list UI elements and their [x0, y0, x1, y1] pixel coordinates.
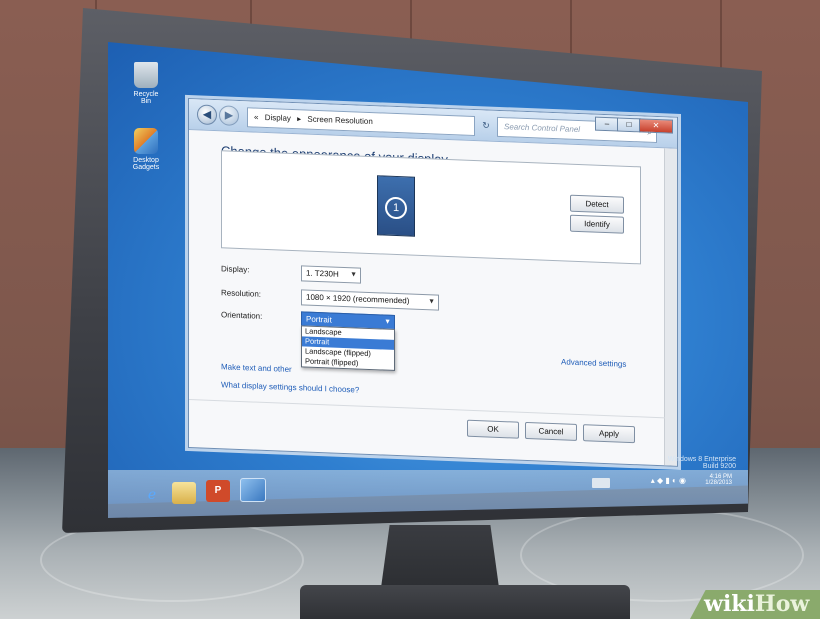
- breadcrumb-separator: ▸: [297, 114, 302, 124]
- file-explorer-icon[interactable]: [172, 482, 196, 504]
- monitor-stand-base: [300, 585, 630, 619]
- breadcrumb-screen-resolution[interactable]: Screen Resolution: [307, 115, 372, 127]
- resolution-select-value: 1080 × 1920 (recommended): [306, 292, 410, 306]
- minimize-button[interactable]: –: [595, 116, 619, 132]
- recycle-bin-icon: [134, 62, 158, 88]
- desktop-icon-label: Desktop Gadgets: [132, 157, 160, 171]
- screen-resolution-window: ◀ ▶ « Display ▸ Screen Resolution ↻ Sear…: [188, 98, 678, 467]
- back-button[interactable]: ◀: [197, 104, 217, 126]
- wikihow-logo: wikiHow: [690, 590, 820, 619]
- cancel-button[interactable]: Cancel: [525, 421, 577, 441]
- windows-edition-watermark: Windows 8 Enterprise Build 9200: [600, 456, 736, 470]
- identify-button[interactable]: Identify: [570, 214, 624, 234]
- desktop-icon-recycle-bin[interactable]: Recycle Bin: [132, 62, 160, 105]
- orientation-option-portrait-flipped[interactable]: Portrait (flipped): [302, 356, 394, 370]
- internet-explorer-icon[interactable]: e: [140, 484, 164, 506]
- keyboard-icon[interactable]: [592, 478, 610, 488]
- desktop-icon-gadget[interactable]: Desktop Gadgets: [132, 128, 160, 171]
- orientation-label: Orientation:: [221, 310, 263, 321]
- breadcrumb-display[interactable]: Display: [265, 113, 291, 123]
- clock[interactable]: 4:16 PM 1/28/2013: [682, 474, 732, 486]
- control-panel-icon[interactable]: [240, 478, 266, 502]
- ok-button[interactable]: OK: [467, 419, 519, 439]
- notification-tray-icons[interactable]: ▴ ◆ ▮ ◐ ◉: [616, 476, 686, 485]
- close-button[interactable]: ✕: [639, 118, 673, 134]
- vertical-scrollbar[interactable]: [664, 148, 677, 466]
- maximize-button[interactable]: □: [617, 117, 641, 133]
- resolution-label: Resolution:: [221, 288, 262, 299]
- gadget-icon: [134, 128, 158, 154]
- wikihow-logo-how: How: [754, 591, 810, 617]
- build-text: Build 9200: [702, 463, 736, 470]
- windows-edition-text: Windows 8 Enterprise: [667, 456, 736, 463]
- chevron-down-icon: ▼: [350, 271, 357, 279]
- display-label: Display:: [221, 264, 250, 275]
- apply-button[interactable]: Apply: [583, 424, 635, 444]
- refresh-icon[interactable]: ↻: [479, 116, 493, 135]
- orientation-select-value: Portrait: [306, 314, 332, 325]
- monitor-thumbnail[interactable]: 1: [377, 175, 415, 237]
- monitor-number: 1: [385, 196, 407, 220]
- display-select-value: 1. T230H: [306, 268, 339, 279]
- address-bar[interactable]: « Display ▸ Screen Resolution: [247, 107, 475, 137]
- display-preview: 1 Detect Identify: [221, 150, 641, 265]
- breadcrumb-overflow[interactable]: «: [254, 113, 258, 122]
- powerpoint-icon[interactable]: P: [206, 480, 230, 502]
- detect-button[interactable]: Detect: [570, 194, 624, 214]
- clock-date: 1/28/2013: [705, 480, 732, 486]
- forward-button[interactable]: ▶: [219, 105, 239, 126]
- orientation-dropdown-list: Landscape Portrait Landscape (flipped) P…: [301, 325, 395, 371]
- desktop-icon-label: Recycle Bin: [133, 91, 159, 105]
- chevron-down-icon: ▼: [428, 298, 435, 306]
- wikihow-logo-wiki: wiki: [704, 591, 755, 617]
- search-placeholder: Search Control Panel: [504, 122, 581, 135]
- display-select[interactable]: 1. T230H ▼: [301, 265, 361, 284]
